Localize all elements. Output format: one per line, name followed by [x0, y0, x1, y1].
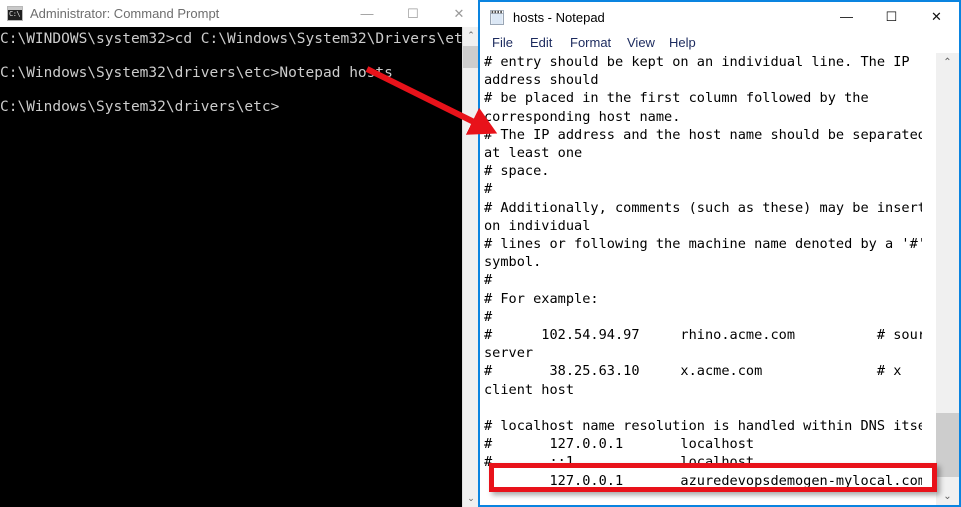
menu-item-edit[interactable]: Edit	[526, 32, 556, 53]
command-prompt-console[interactable]: C:\WINDOWS\system32>cd C:\Windows\System…	[0, 27, 462, 507]
menu-item-view[interactable]: View	[623, 32, 659, 53]
cmd-close-button[interactable]: ✕	[436, 0, 479, 27]
notepad-maximize-button[interactable]: ☐	[869, 2, 914, 32]
notepad-minimize-button[interactable]: —	[824, 2, 869, 32]
menu-item-format[interactable]: Format	[566, 32, 615, 53]
screenshot-root: C:\ Administrator: Command Prompt — ☐ ✕ …	[0, 0, 961, 507]
cmd-scroll-down-arrow-icon[interactable]: ⌄	[463, 490, 479, 507]
cmd-scrollbar[interactable]: ⌃ ⌄	[462, 27, 479, 507]
notepad-scrollbar[interactable]: ⌃ ⌄	[922, 53, 959, 505]
menu-item-file[interactable]: File	[488, 32, 517, 53]
console-output-text: C:\WINDOWS\system32>cd C:\Windows\System…	[0, 31, 462, 115]
notepad-close-button[interactable]: ✕	[914, 2, 959, 32]
notepad-icon	[488, 8, 506, 26]
notepad-titlebar[interactable]: hosts - Notepad — ☐ ✕	[480, 2, 959, 32]
command-prompt-icon-text: C:\	[9, 10, 21, 18]
cmd-scroll-up-arrow-icon[interactable]: ⌃	[463, 27, 479, 44]
cmd-scrollbar-thumb[interactable]	[463, 46, 479, 68]
notepad-scroll-down-arrow-icon[interactable]: ⌄	[936, 487, 959, 505]
cmd-maximize-button[interactable]: ☐	[390, 0, 436, 27]
notepad-window: hosts - Notepad — ☐ ✕ File Edit Format V…	[478, 0, 961, 507]
command-prompt-titlebar[interactable]: C:\ Administrator: Command Prompt — ☐ ✕	[0, 0, 479, 28]
command-prompt-icon: C:\	[7, 6, 23, 21]
command-prompt-window: C:\ Administrator: Command Prompt — ☐ ✕ …	[0, 0, 479, 507]
menu-item-help[interactable]: Help	[665, 32, 700, 53]
notepad-scrollbar-thumb[interactable]	[936, 413, 959, 477]
notepad-text-editor[interactable]: # entry should be kept on an individual …	[480, 53, 922, 505]
notepad-title: hosts - Notepad	[513, 10, 605, 25]
hosts-file-content: # entry should be kept on an individual …	[484, 54, 922, 489]
notepad-scroll-up-arrow-icon[interactable]: ⌃	[936, 53, 959, 73]
notepad-menubar: File Edit Format View Help	[480, 32, 959, 53]
cmd-minimize-button[interactable]: —	[344, 0, 390, 27]
command-prompt-title: Administrator: Command Prompt	[30, 6, 220, 21]
